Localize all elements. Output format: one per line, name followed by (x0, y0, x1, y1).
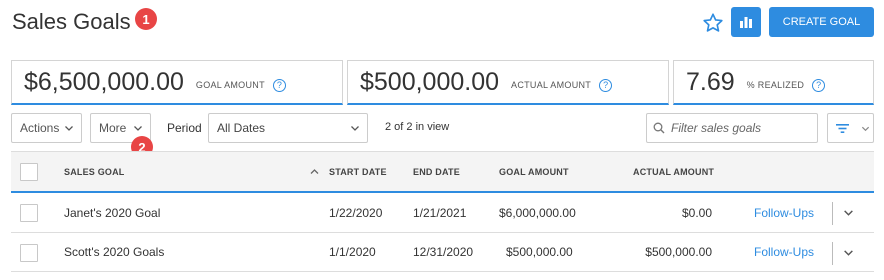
column-header-goal-amount[interactable]: GOAL AMOUNT (499, 167, 569, 177)
filter-options-dropdown[interactable] (857, 113, 874, 143)
chevron-down-icon[interactable] (843, 207, 854, 218)
start-date: 1/22/2020 (329, 206, 383, 220)
table-row[interactable]: Scott's 2020 Goals 1/1/2020 12/31/2020 $… (11, 233, 874, 272)
chevron-down-icon (861, 126, 869, 131)
favorite-button[interactable] (701, 11, 725, 35)
chevron-down-icon (65, 126, 73, 131)
period-value: All Dates (217, 121, 266, 135)
chart-view-button[interactable] (731, 7, 761, 37)
goal-name[interactable]: Scott's 2020 Goals (64, 245, 164, 259)
question-circle-icon[interactable]: ? (812, 78, 826, 92)
period-label: Period (167, 121, 202, 135)
row-checkbox[interactable] (20, 244, 38, 262)
view-count: 2 of 2 in view (385, 121, 450, 133)
end-date: 12/31/2020 (413, 245, 474, 259)
end-date: 1/21/2021 (413, 206, 467, 220)
period-select[interactable]: All Dates (208, 113, 368, 143)
kpi-value: $6,500,000.00 (24, 67, 184, 96)
table-row[interactable]: Janet's 2020 Goal 1/22/2020 1/21/2021 $6… (11, 193, 874, 233)
follow-ups-link[interactable]: Follow-Ups (754, 206, 814, 220)
annotation-badge-1: 1 (135, 8, 157, 30)
chevron-down-icon[interactable] (843, 247, 854, 258)
follow-ups-link[interactable]: Follow-Ups (754, 245, 814, 259)
column-header-end-date[interactable]: END DATE (413, 167, 460, 177)
chevron-down-icon (134, 126, 142, 131)
divider (832, 242, 833, 265)
question-circle-icon[interactable]: ? (599, 78, 613, 92)
search-box[interactable] (646, 113, 818, 143)
star-outline-icon (703, 13, 723, 32)
sort-asc-icon[interactable] (310, 168, 319, 175)
page-title: Sales Goals (12, 9, 131, 34)
search-input[interactable] (671, 121, 811, 135)
divider (832, 202, 833, 225)
kpi-value: $500,000.00 (360, 67, 500, 96)
filter-button[interactable] (827, 113, 858, 143)
question-circle-icon[interactable]: ? (272, 78, 286, 92)
create-goal-button[interactable]: CREATE GOAL (769, 7, 874, 37)
more-label: More (99, 121, 127, 135)
kpi-label: GOAL AMOUNT (195, 80, 265, 90)
actual-amount: $500,000.00 (645, 245, 712, 259)
column-header-start-date[interactable]: START DATE (329, 167, 387, 177)
start-date: 1/1/2020 (329, 245, 376, 259)
filter-icon (836, 123, 849, 133)
kpi-label: ACTUAL AMOUNT (511, 80, 592, 90)
row-checkbox[interactable] (20, 204, 38, 222)
table-header: SALES GOAL START DATE END DATE GOAL AMOU… (11, 151, 874, 193)
goal-name[interactable]: Janet's 2020 Goal (64, 206, 160, 220)
kpi-value: 7.69 (686, 67, 735, 96)
sales-goals-table: SALES GOAL START DATE END DATE GOAL AMOU… (11, 151, 874, 272)
search-icon (653, 122, 665, 134)
goal-amount: $6,000,000.00 (499, 206, 576, 220)
bar-chart-icon (740, 17, 752, 28)
kpi-percent-realized: 7.69 % REALIZED ? (673, 60, 874, 105)
actions-label: Actions (20, 121, 60, 135)
kpi-actual-amount: $500,000.00 ACTUAL AMOUNT ? (347, 60, 669, 105)
chevron-down-icon (351, 126, 359, 131)
goal-amount: $500,000.00 (506, 245, 573, 259)
kpi-goal-amount: $6,500,000.00 GOAL AMOUNT ? (11, 60, 343, 105)
column-header-actual-amount[interactable]: ACTUAL AMOUNT (633, 167, 714, 177)
actual-amount: $0.00 (681, 206, 712, 220)
kpi-label: % REALIZED (746, 80, 805, 90)
actions-dropdown[interactable]: Actions (11, 113, 82, 143)
column-header-sales-goal[interactable]: SALES GOAL (64, 167, 125, 177)
select-all-checkbox[interactable] (20, 163, 38, 181)
